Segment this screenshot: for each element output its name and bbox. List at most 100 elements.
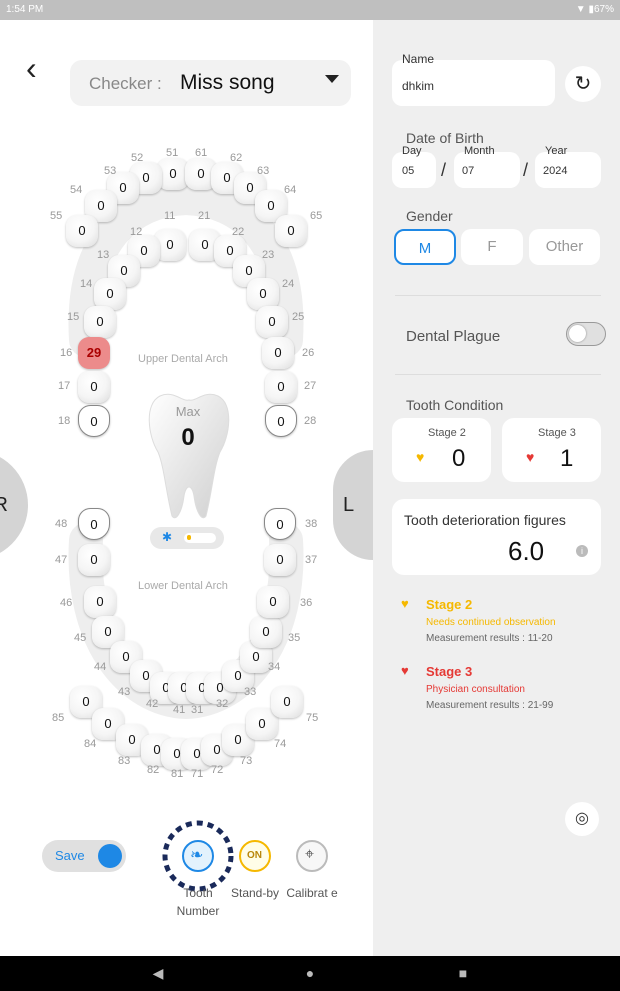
tooth-label-83: 83 [118, 755, 131, 767]
tooth-number-label: Tooth Number [176, 886, 220, 918]
tooth-47[interactable]: 0 [78, 544, 110, 576]
red-tooth-icon: ♥ [526, 449, 535, 465]
screenshot-icon: ◎ [575, 810, 589, 827]
tooth-28[interactable]: 0 [265, 405, 297, 437]
tooth-label-28: 28 [304, 415, 317, 427]
plaque-toggle-knob [569, 325, 586, 342]
tooth-label-14: 14 [80, 278, 93, 290]
left-side-label: L [343, 494, 355, 516]
calibrate-label: Calibrat e [286, 886, 338, 900]
tooth-label-32: 32 [216, 698, 229, 710]
tooth-17[interactable]: 0 [78, 371, 110, 403]
tooth-label-62: 62 [230, 152, 243, 164]
tooth-label-82: 82 [147, 764, 160, 776]
tooth-65[interactable]: 0 [275, 215, 307, 247]
tooth-26[interactable]: 0 [262, 337, 294, 369]
tooth-label-17: 17 [58, 380, 71, 392]
tooth-46[interactable]: 0 [84, 586, 116, 618]
stage2-legend-range: Measurement results : 11-20 [426, 633, 553, 644]
tooth-48[interactable]: 0 [78, 508, 110, 540]
save-toggle[interactable]: Save [42, 840, 126, 872]
tooth-number-button[interactable]: ❧ [182, 840, 214, 872]
tooth-label-65: 65 [310, 210, 323, 222]
tooth-icon: ❧ [190, 847, 204, 864]
day-field[interactable]: Day 05 [392, 145, 436, 188]
screenshot-button[interactable]: ◎ [565, 802, 599, 836]
gender-m-button[interactable]: M [394, 229, 456, 265]
device-status-pill: ✱ [150, 527, 224, 549]
stage2-legend-icon: ♥ [401, 596, 409, 611]
nav-home-icon[interactable]: ● [297, 956, 323, 991]
tooth-75[interactable]: 0 [271, 686, 303, 718]
day-value: 05 [402, 165, 415, 177]
tooth-35[interactable]: 0 [250, 616, 282, 648]
tooth-label-43: 43 [118, 686, 131, 698]
stage3-count: 1 [560, 445, 574, 472]
tooth-38[interactable]: 0 [264, 508, 296, 540]
tooth-37[interactable]: 0 [264, 544, 296, 576]
tooth-label-51: 51 [166, 147, 179, 159]
yellow-tooth-icon: ♥ [416, 449, 425, 465]
bluetooth-icon: ✱ [162, 530, 173, 544]
save-toggle-knob [98, 844, 122, 868]
deterioration-value: 6.0 [508, 536, 545, 566]
max-value: 0 [181, 424, 195, 451]
tooth-36[interactable]: 0 [257, 586, 289, 618]
tooth-label-44: 44 [94, 661, 107, 673]
divider-1 [395, 295, 601, 296]
tooth-27[interactable]: 0 [265, 371, 297, 403]
checker-label: Checker : [89, 74, 162, 93]
tooth-55[interactable]: 0 [66, 215, 98, 247]
tooth-label-18: 18 [58, 415, 71, 427]
tooth-label-33: 33 [244, 686, 257, 698]
dob-label: Date of Birth [406, 130, 484, 146]
tooth-label-47: 47 [55, 554, 68, 566]
tooth-label-84: 84 [84, 738, 97, 750]
info-icon[interactable]: i [576, 545, 588, 557]
tooth-label-52: 52 [131, 152, 144, 164]
tooth-label-15: 15 [67, 311, 80, 323]
dental-plaque-toggle[interactable] [566, 322, 606, 346]
stage3-card: Stage 3 ♥ 1 [502, 418, 601, 482]
checker-value: Miss song [180, 71, 275, 94]
refresh-button[interactable]: ↻ [565, 66, 601, 102]
dental-plaque-label: Dental Plague [406, 328, 501, 345]
tooth-label-61: 61 [195, 147, 208, 159]
name-field[interactable]: Name dhkim [392, 52, 555, 106]
month-field[interactable]: Month 07 [454, 145, 520, 188]
tooth-label-35: 35 [288, 632, 301, 644]
month-label: Month [464, 145, 495, 157]
stage2-card: Stage 2 ♥ 0 [392, 418, 491, 482]
year-field[interactable]: Year 2024 [535, 145, 601, 188]
tooth-label-42: 42 [146, 698, 159, 710]
tooth-18[interactable]: 0 [78, 405, 110, 437]
nav-recents-icon[interactable]: ■ [450, 956, 476, 991]
tooth-label-11: 11 [164, 210, 176, 222]
back-arrow-icon[interactable]: ‹ [26, 52, 37, 84]
tooth-15[interactable]: 0 [84, 306, 116, 338]
tooth-label-53: 53 [104, 165, 117, 177]
tooth-label-46: 46 [60, 597, 73, 609]
standby-button[interactable]: ON [239, 840, 271, 872]
deterioration-card: Tooth deterioration figures 6.0 i [392, 499, 601, 575]
tooth-16[interactable]: 29 [78, 337, 110, 369]
tooth-label-16: 16 [60, 347, 73, 359]
gender-f-button[interactable]: F [461, 229, 523, 265]
tooth-label-12: 12 [130, 226, 143, 238]
month-value: 07 [462, 165, 475, 177]
checker-dropdown[interactable]: Checker : Miss song [70, 60, 351, 106]
lower-arch-label: Lower Dental Arch [138, 580, 228, 592]
stage2-count: 0 [452, 445, 466, 472]
stage3-legend-desc: Physician consultation [426, 684, 525, 695]
standby-label: Stand-by [230, 886, 280, 900]
stage3-legend-icon: ♥ [401, 663, 409, 678]
gender-other-button[interactable]: Other [529, 229, 600, 265]
nav-back-icon[interactable]: ◀ [145, 956, 171, 991]
standby-on-badge: ON [247, 850, 262, 861]
gender-label: Gender [406, 208, 453, 224]
tooth-25[interactable]: 0 [256, 306, 288, 338]
calibrate-button[interactable]: ⌖ [296, 840, 328, 872]
date-separator-2: / [523, 160, 529, 180]
stage3-card-label: Stage 3 [538, 427, 576, 439]
tooth-label-13: 13 [97, 249, 110, 261]
